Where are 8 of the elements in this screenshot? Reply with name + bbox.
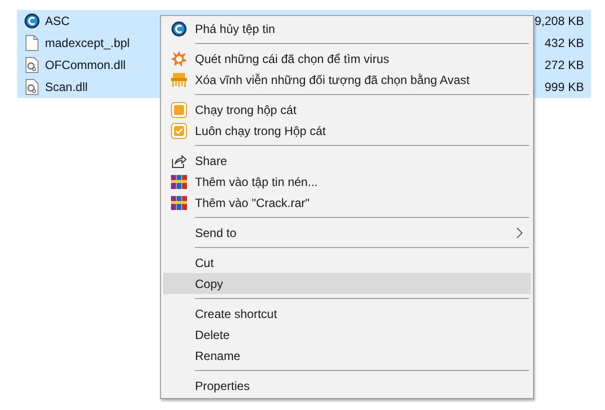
file-name: ASC — [45, 13, 70, 30]
file-name: OFCommon.dll — [45, 57, 126, 74]
file-size: 272 KB — [544, 57, 584, 74]
file-size: 999 KB — [544, 79, 584, 96]
file-name: madexcept_.bpl — [45, 35, 130, 52]
file-size: 9,208 KB — [534, 13, 584, 30]
file-size: 432 KB — [544, 35, 584, 52]
file-name: Scan.dll — [45, 79, 88, 96]
